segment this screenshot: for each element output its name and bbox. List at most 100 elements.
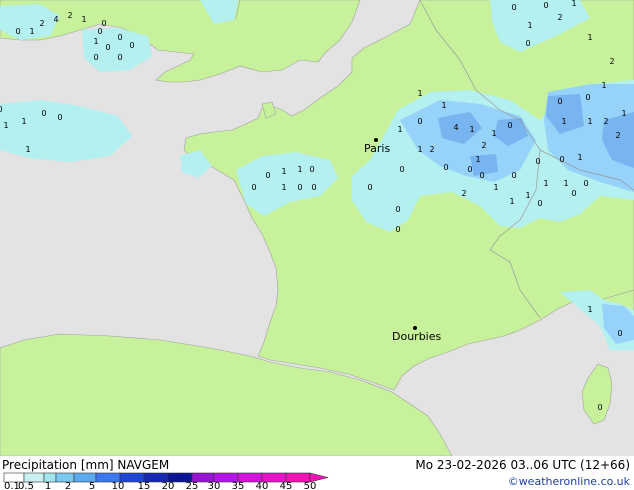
precip-value-label: 1 <box>509 197 514 206</box>
precip-value-label: 1 <box>417 145 422 154</box>
precip-value-label: 1 <box>543 179 548 188</box>
precip-value-label: 0 <box>297 183 302 192</box>
precip-value-label: 0 <box>559 155 564 164</box>
precip-value-label: 2 <box>609 57 614 66</box>
precip-value-label: 1 <box>587 33 592 42</box>
precip-value-label: 0 <box>311 183 316 192</box>
map: 0124210100000000121101141211001120000210… <box>0 0 634 490</box>
precip-value-label: 1 <box>417 89 422 98</box>
precip-value-label: 0 <box>399 165 404 174</box>
precip-value-label: 1 <box>587 117 592 126</box>
precip-value-label: 4 <box>53 15 58 24</box>
credit-link[interactable]: ©weatheronline.co.uk <box>508 475 630 488</box>
precip-value-label: 1 <box>3 121 8 130</box>
precip-value-label: 0 <box>265 171 270 180</box>
precip-value-label: 1 <box>93 37 98 46</box>
precip-value-label: 2 <box>481 141 486 150</box>
precip-value-label: 0 <box>41 109 46 118</box>
precip-value-label: 0 <box>535 157 540 166</box>
precip-value-label: 2 <box>429 145 434 154</box>
scale-label: 45 <box>280 481 293 490</box>
precip-value-label: 0 <box>557 97 562 106</box>
precip-value-label: 0 <box>617 329 622 338</box>
precip-value-label: 0 <box>597 403 602 412</box>
precip-value-label: 1 <box>571 0 576 8</box>
precip-value-label: 1 <box>25 145 30 154</box>
precip-value-label: 1 <box>21 117 26 126</box>
city-label-paris: Paris <box>364 142 390 155</box>
precip-value-label: 0 <box>507 121 512 130</box>
precip-value-label: 2 <box>67 11 72 20</box>
precip-value-label: 0 <box>57 113 62 122</box>
scale-label: 35 <box>232 481 245 490</box>
precip-value-label: 0 <box>417 117 422 126</box>
scale-label: 40 <box>256 481 269 490</box>
precip-value-label: 1 <box>493 183 498 192</box>
scale-label: 15 <box>138 481 151 490</box>
forecast-datetime: Mo 23-02-2026 03..06 UTC (12+66) <box>415 458 630 472</box>
precip-value-label: 1 <box>397 125 402 134</box>
precip-value-label: 0 <box>0 105 3 114</box>
precip-value-label: 0 <box>395 225 400 234</box>
precip-value-label: 1 <box>281 183 286 192</box>
scale-label: 25 <box>186 481 199 490</box>
scale-label: 0.5 <box>18 481 34 490</box>
precip-value-label: 0 <box>105 43 110 52</box>
precip-value-label: 0 <box>93 53 98 62</box>
precip-value-label: 1 <box>469 125 474 134</box>
precip-value-label: 1 <box>29 27 34 36</box>
precip-value-label: 0 <box>15 27 20 36</box>
precip-value-label: 2 <box>615 131 620 140</box>
precip-value-label: 0 <box>101 19 106 28</box>
precipitation-map: 0 12 4 2 1010000 000 012110114 12110011 20 0 00210… <box>0 0 634 456</box>
scale-label: 50 <box>304 481 317 490</box>
precip-value-label: 0 <box>525 39 530 48</box>
precip-value-label: 0 <box>479 171 484 180</box>
precip-value-label: 1 <box>491 129 496 138</box>
precip-value-label: 1 <box>561 117 566 126</box>
precip-value-label: 0 <box>543 1 548 10</box>
precip-value-label: 1 <box>563 179 568 188</box>
precip-value-label: 0 <box>537 199 542 208</box>
precip-value-label: 0 <box>97 27 102 36</box>
precip-value-label: 1 <box>601 81 606 90</box>
precip-value-label: 2 <box>557 13 562 22</box>
scale-label: 10 <box>112 481 125 490</box>
precip-value-label: 0 <box>443 163 448 172</box>
precip-value-label: 0 <box>467 165 472 174</box>
precip-value-label: 1 <box>587 305 592 314</box>
precip-value-label: 2 <box>461 189 466 198</box>
precip-value-label: 1 <box>577 153 582 162</box>
precip-value-label: 1 <box>441 101 446 110</box>
scale-label: 5 <box>89 481 95 490</box>
precip-value-label: 0 <box>571 189 576 198</box>
precip-value-label: 0 <box>367 183 372 192</box>
legend-title: Precipitation [mm] NAVGEM <box>2 458 170 472</box>
precip-value-label: 2 <box>39 19 44 28</box>
precip-value-label: 0 <box>511 3 516 12</box>
precip-value-label: 1 <box>525 191 530 200</box>
footer: 0.1 0.5 1 2 5 10 15 20 25 30 35 40 45 50 Precipitatio… <box>0 456 634 490</box>
precip-value-label: 1 <box>297 165 302 174</box>
precip-value-label: 1 <box>527 21 532 30</box>
precip-value-label: 1 <box>475 155 480 164</box>
scale-label: 1 <box>45 481 51 490</box>
precip-value-label: 0 <box>309 165 314 174</box>
color-scale-labels: 0.10.5 1 2 5 10 15 20 25 30 35 40 45 50 <box>4 481 316 490</box>
scale-label: 30 <box>208 481 221 490</box>
precip-value-label: 0 <box>511 171 516 180</box>
precip-value-label: 0 <box>583 179 588 188</box>
precip-value-label: 0 <box>585 93 590 102</box>
precip-value-label: 0 <box>129 41 134 50</box>
precip-value-label: 1 <box>281 167 286 176</box>
precip-value-label: 0 <box>395 205 400 214</box>
precip-value-label: 0 <box>117 53 122 62</box>
precip-value-label: 1 <box>81 15 86 24</box>
city-label-dourbies: Dourbies <box>392 330 442 343</box>
scale-label: 20 <box>162 481 175 490</box>
precip-value-label: 0 <box>117 33 122 42</box>
precip-value-label: 1 <box>621 109 626 118</box>
precip-value-label: 0 <box>251 183 256 192</box>
precip-value-label: 2 <box>603 117 608 126</box>
scale-label: 2 <box>65 481 71 490</box>
